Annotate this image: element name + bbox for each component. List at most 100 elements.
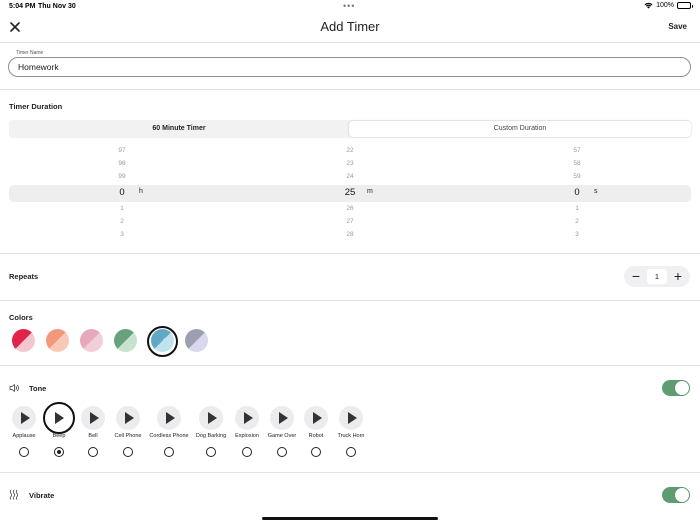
seconds-option[interactable]: 57: [562, 147, 592, 154]
speaker-icon: [9, 384, 19, 392]
play-icon: [279, 412, 288, 424]
play-icon: [313, 412, 322, 424]
tone-radio[interactable]: [311, 447, 321, 457]
status-date: Thu Nov 30: [38, 3, 76, 10]
play-button[interactable]: [339, 406, 363, 430]
minutes-option[interactable]: 24: [335, 173, 365, 180]
divider: [0, 42, 700, 43]
page-title: Add Timer: [320, 19, 380, 34]
divider: [0, 253, 700, 254]
play-icon: [21, 412, 30, 424]
color-swatch[interactable]: [80, 329, 103, 352]
wifi-icon: [644, 2, 653, 9]
tone-radio[interactable]: [123, 447, 133, 457]
repeats-label: Repeats: [9, 272, 39, 281]
play-icon: [208, 412, 217, 424]
increment-button[interactable]: +: [667, 266, 689, 287]
play-button[interactable]: [235, 406, 259, 430]
play-button[interactable]: [157, 406, 181, 430]
duration-segmented-control: 60 Minute Timer Custom Duration: [9, 120, 691, 138]
minutes-option[interactable]: 27: [335, 218, 365, 225]
divider: [0, 89, 700, 90]
battery-percent: 100%: [656, 2, 674, 9]
play-icon: [90, 412, 99, 424]
play-icon: [125, 412, 134, 424]
decrement-button[interactable]: −: [625, 266, 647, 287]
seconds-wheel[interactable]: 57 58 59 0 1 2 3 s: [562, 145, 622, 241]
play-button[interactable]: [304, 406, 328, 430]
tone-name: Truck Horn: [337, 433, 365, 439]
play-icon: [55, 412, 64, 424]
hours-option[interactable]: 3: [107, 231, 137, 238]
vibrate-toggle[interactable]: [662, 487, 690, 503]
play-icon: [348, 412, 357, 424]
hours-option[interactable]: 98: [107, 160, 137, 167]
minutes-option[interactable]: 23: [335, 160, 365, 167]
seconds-option[interactable]: 3: [562, 231, 592, 238]
color-swatch[interactable]: [12, 329, 35, 352]
save-button[interactable]: Save: [668, 22, 687, 31]
play-icon: [244, 412, 253, 424]
timer-duration-label: Timer Duration: [9, 102, 63, 111]
minutes-option[interactable]: 26: [335, 205, 365, 212]
color-swatch[interactable]: [114, 329, 137, 352]
hours-option[interactable]: 1: [107, 205, 137, 212]
multitasking-dots[interactable]: •••: [343, 1, 355, 11]
seconds-unit: s: [594, 188, 598, 195]
hours-option[interactable]: 99: [107, 173, 137, 180]
hours-wheel[interactable]: 97 98 99 0 1 2 3 h: [107, 145, 167, 241]
seconds-option[interactable]: 58: [562, 160, 592, 167]
color-swatch[interactable]: [46, 329, 69, 352]
seconds-selected[interactable]: 0: [562, 187, 592, 198]
hours-option[interactable]: 97: [107, 147, 137, 154]
tone-radio[interactable]: [206, 447, 216, 457]
selected-swatch-ring: [147, 326, 178, 357]
tone-radio[interactable]: [19, 447, 29, 457]
tone-item: Truck Horn: [326, 405, 376, 460]
play-button[interactable]: [116, 406, 140, 430]
colors-label: Colors: [9, 313, 33, 322]
hours-option[interactable]: 2: [107, 218, 137, 225]
tone-label: Tone: [29, 384, 47, 393]
battery-icon: [677, 2, 693, 9]
play-icon: [166, 412, 175, 424]
play-button[interactable]: [81, 406, 105, 430]
vibrate-label: Vibrate: [29, 491, 55, 500]
repeats-value: 1: [647, 269, 667, 284]
hours-selected[interactable]: 0: [107, 187, 137, 198]
timer-name-field[interactable]: [8, 57, 691, 77]
tone-radio[interactable]: [88, 447, 98, 457]
tone-radio[interactable]: [242, 447, 252, 457]
play-button[interactable]: [199, 406, 223, 430]
tab-60-minute-timer[interactable]: 60 Minute Timer: [9, 120, 349, 138]
tone-radio[interactable]: [346, 447, 356, 457]
minutes-option[interactable]: 28: [335, 231, 365, 238]
toggle-knob: [675, 381, 689, 395]
hours-unit: h: [139, 188, 143, 195]
tone-toggle[interactable]: [662, 380, 690, 396]
tab-custom-duration[interactable]: Custom Duration: [349, 121, 691, 137]
play-button[interactable]: [12, 406, 36, 430]
divider: [0, 472, 700, 473]
minutes-wheel[interactable]: 22 23 24 25 26 27 28 m: [335, 145, 395, 241]
status-bar: 5:04 PM Thu Nov 30 ••• 100%: [0, 0, 700, 14]
color-swatch[interactable]: [185, 329, 208, 352]
minutes-unit: m: [367, 188, 373, 195]
seconds-option[interactable]: 59: [562, 173, 592, 180]
divider: [0, 300, 700, 301]
status-right: 100%: [644, 2, 693, 9]
tone-radio[interactable]: [277, 447, 287, 457]
minutes-selected[interactable]: 25: [335, 187, 365, 198]
duration-picker[interactable]: 97 98 99 0 1 2 3 h 22 23 24 25 26 27 28 …: [9, 145, 691, 241]
tone-radio[interactable]: [164, 447, 174, 457]
vibrate-icon: [9, 489, 19, 500]
seconds-option[interactable]: 1: [562, 205, 592, 212]
toggle-knob: [675, 488, 689, 502]
timer-name-input[interactable]: [18, 62, 678, 72]
timer-name-label: Timer Name: [14, 50, 46, 56]
minutes-option[interactable]: 22: [335, 147, 365, 154]
home-indicator: [262, 517, 438, 520]
divider: [0, 365, 700, 366]
seconds-option[interactable]: 2: [562, 218, 592, 225]
tone-radio[interactable]: [54, 447, 64, 457]
